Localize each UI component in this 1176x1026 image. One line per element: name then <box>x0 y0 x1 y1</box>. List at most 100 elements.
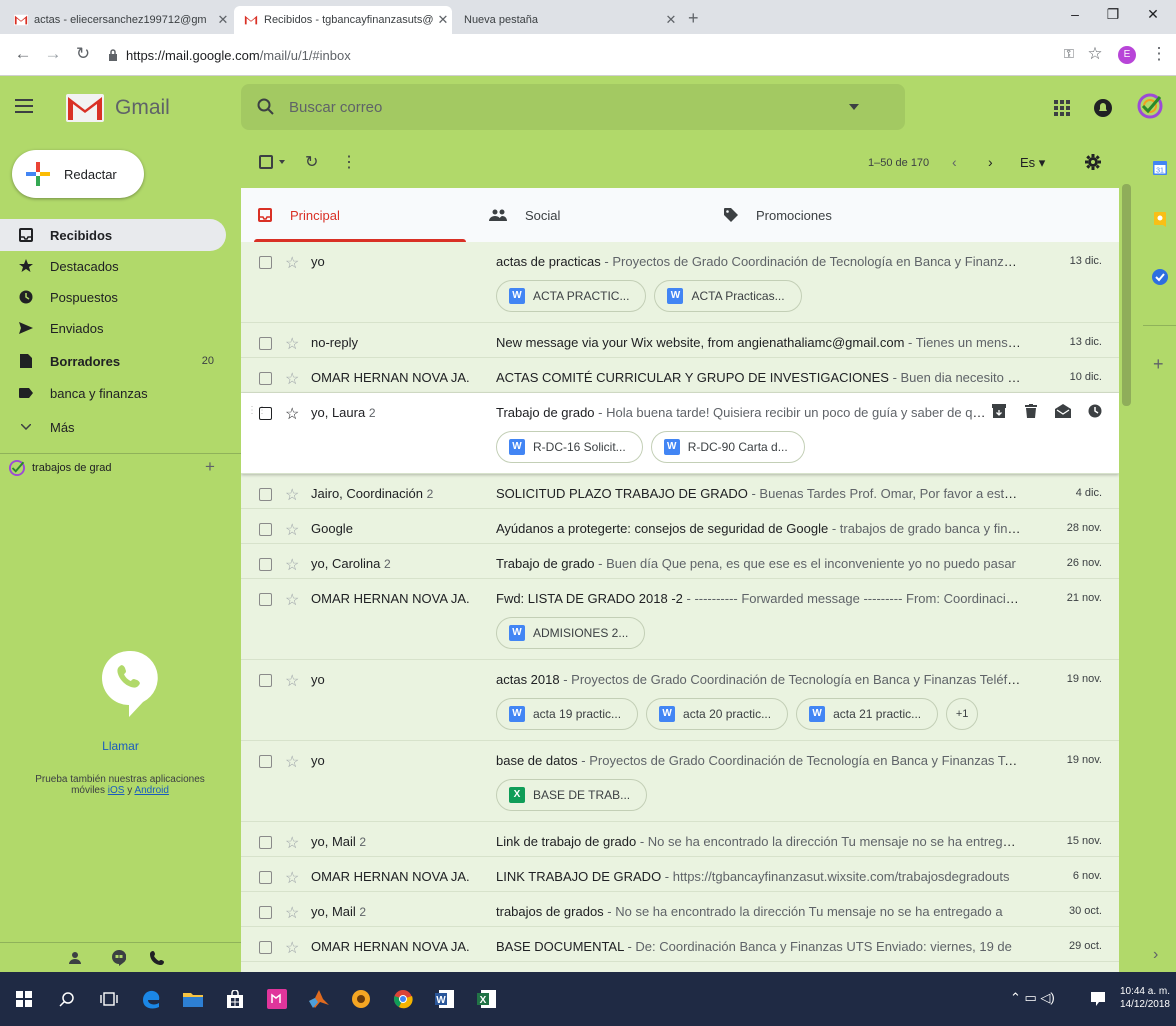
email-row[interactable]: ☆ yo base de datos - Proyectos de Grado Co… <box>241 741 1119 822</box>
word-icon[interactable]: W <box>433 987 457 1011</box>
phone-icon[interactable] <box>148 949 166 967</box>
key-icon[interactable]: ⚿ <box>1060 45 1078 63</box>
windows-start-icon[interactable] <box>12 987 36 1011</box>
close-tab-icon[interactable]: ✕ <box>434 12 452 28</box>
older-page-icon[interactable]: › <box>988 154 993 170</box>
search-icon[interactable] <box>257 98 275 116</box>
email-row[interactable]: ☆ Google Ayúdanos a protegerte: consejos d… <box>241 509 1119 544</box>
edge-browser-icon[interactable] <box>139 987 163 1011</box>
contacts-icon[interactable] <box>66 949 84 967</box>
star-icon[interactable]: ☆ <box>285 404 299 424</box>
matlab-icon[interactable] <box>307 987 331 1011</box>
search-options-icon[interactable] <box>849 104 859 110</box>
notifications-icon[interactable] <box>1093 98 1113 118</box>
star-icon[interactable]: ☆ <box>285 253 299 273</box>
more-attachments-chip[interactable]: +1 <box>946 698 979 730</box>
email-row[interactable]: ☆ OMAR HERNAN NOVA JA. BASE DOCUMENTAL - D… <box>241 927 1119 962</box>
browser-tab-2[interactable]: Recibidos - tgbancayfinanzasuts@ ✕ <box>234 6 452 34</box>
mark-read-icon[interactable] <box>1053 401 1073 421</box>
email-row[interactable]: ⋮⋮ ☆ yo, Laura 2 Trabajo de grado - Hola bu… <box>241 393 1119 474</box>
select-all-checkbox[interactable] <box>259 155 273 169</box>
attachment-chip[interactable]: W R-DC-90 Carta d... <box>650 431 805 463</box>
star-icon[interactable]: ☆ <box>285 833 299 853</box>
row-checkbox[interactable] <box>259 674 272 687</box>
expand-panel-icon[interactable]: › <box>1153 946 1158 964</box>
star-icon[interactable]: ☆ <box>285 485 299 505</box>
email-row[interactable]: ☆ yo actas 2018 - Proyectos de Grado Coord… <box>241 660 1119 741</box>
select-dropdown-icon[interactable] <box>279 160 285 164</box>
star-icon[interactable]: ☆ <box>285 369 299 389</box>
tab-social[interactable]: Social <box>489 188 701 242</box>
store-icon[interactable] <box>223 987 247 1011</box>
email-row[interactable]: ☆ OMAR HERNAN NOVA JA. LINK TRABAJO DE GRA… <box>241 857 1119 892</box>
add-chat-icon[interactable]: + <box>205 457 215 477</box>
snooze-icon[interactable] <box>1085 401 1105 421</box>
star-icon[interactable]: ☆ <box>285 520 299 540</box>
row-checkbox[interactable] <box>259 558 272 571</box>
input-language-button[interactable]: Es ▾ <box>1020 155 1045 171</box>
tab-principal[interactable]: Principal <box>258 188 470 242</box>
star-icon[interactable]: ☆ <box>285 334 299 354</box>
excel-icon[interactable]: X <box>475 987 499 1011</box>
action-center-icon[interactable] <box>1086 987 1110 1011</box>
ios-link[interactable]: iOS <box>108 785 125 796</box>
hangouts-icon[interactable] <box>110 949 128 967</box>
star-icon[interactable]: ☆ <box>285 671 299 691</box>
sidebar-item-recibidos[interactable]: Recibidos <box>0 219 226 251</box>
email-row[interactable]: ☆ yo, Mail 2 Link de trabajo de grado - No… <box>241 822 1119 857</box>
star-icon[interactable]: ☆ <box>285 555 299 575</box>
row-checkbox[interactable] <box>259 593 272 606</box>
tasks-icon[interactable] <box>1152 269 1168 285</box>
row-checkbox[interactable] <box>259 372 272 385</box>
row-checkbox[interactable] <box>259 836 272 849</box>
email-row[interactable]: ☆ no-reply New message via your Wix websit… <box>241 323 1119 358</box>
search-input[interactable] <box>289 98 849 116</box>
get-addons-icon[interactable]: + <box>1153 354 1164 375</box>
attachment-chip[interactable]: Wacta 21 practic... <box>796 698 939 730</box>
url-field[interactable]: https://mail.google.com/mail/u/1/#inbox <box>108 42 351 68</box>
row-checkbox[interactable] <box>259 407 272 420</box>
close-tab-icon[interactable]: ✕ <box>662 12 680 28</box>
back-arrow-icon[interactable]: ← <box>14 45 32 63</box>
attachment-chip[interactable]: Wacta 19 practic... <box>496 698 639 730</box>
browser-menu-icon[interactable]: ⋮ <box>1150 45 1168 63</box>
sidebar-item-pospuestos[interactable]: Pospuestos <box>0 281 226 313</box>
email-row[interactable]: ☆ yo actas de practicas - Proyectos de Gra… <box>241 242 1119 323</box>
compose-button[interactable]: Redactar <box>12 150 144 198</box>
more-actions-icon[interactable]: ⋮ <box>341 152 357 172</box>
newer-page-icon[interactable]: ‹ <box>952 154 957 170</box>
calendar-icon[interactable]: 31 <box>1153 161 1167 175</box>
chrome-icon[interactable] <box>391 987 415 1011</box>
browser-tab-1[interactable]: actas - eliecersanchez199712@gm ✕ <box>4 6 232 34</box>
row-checkbox[interactable] <box>259 337 272 350</box>
tab-promociones[interactable]: Promociones <box>724 188 984 242</box>
maximize-button[interactable]: ❐ <box>1098 6 1128 23</box>
row-checkbox[interactable] <box>259 906 272 919</box>
search-bar[interactable] <box>241 84 905 130</box>
close-window-button[interactable]: ✕ <box>1138 6 1168 23</box>
account-logo-icon[interactable] <box>1136 92 1164 120</box>
android-link[interactable]: Android <box>134 785 168 796</box>
hangouts-account[interactable]: trabajos de grad <box>8 459 112 477</box>
forward-arrow-icon[interactable]: → <box>44 45 62 63</box>
email-row[interactable]: ☆ yo, Mail 2 trabajos de grados - No se ha… <box>241 892 1119 927</box>
delete-icon[interactable] <box>1021 401 1041 421</box>
list-scrollbar[interactable] <box>1122 184 1131 406</box>
sidebar-item-borradores[interactable]: Borradores 20 <box>0 345 226 377</box>
sidebar-item-destacados[interactable]: Destacados <box>0 250 226 282</box>
sidebar-item-enviados[interactable]: Enviados <box>0 312 226 344</box>
email-row[interactable]: ☆ yo, Carolina 2 Trabajo de grado - Buen d… <box>241 544 1119 579</box>
apps-grid-icon[interactable] <box>1054 100 1070 116</box>
email-row[interactable]: ☆ OMAR HERNAN NOVA JA. ACTAS COMITÉ CURRIC… <box>241 358 1119 393</box>
attachment-chip[interactable]: W ACTA Practicas... <box>654 280 802 312</box>
attachment-chip[interactable]: W R-DC-16 Solicit... <box>496 431 643 463</box>
attachment-chip[interactable]: Wacta 20 practic... <box>646 698 789 730</box>
star-icon[interactable]: ☆ <box>285 590 299 610</box>
attachment-chip[interactable]: X BASE DE TRAB... <box>496 779 648 811</box>
star-icon[interactable]: ☆ <box>285 938 299 958</box>
call-label[interactable]: Llamar <box>0 739 241 753</box>
refresh-icon[interactable]: ↻ <box>305 152 318 172</box>
email-row[interactable]: ☆ Jairo, Coordinación 2 SOLICITUD PLAZO TR… <box>241 474 1119 509</box>
task-view-icon[interactable] <box>97 987 121 1011</box>
keep-icon[interactable] <box>1154 212 1166 228</box>
